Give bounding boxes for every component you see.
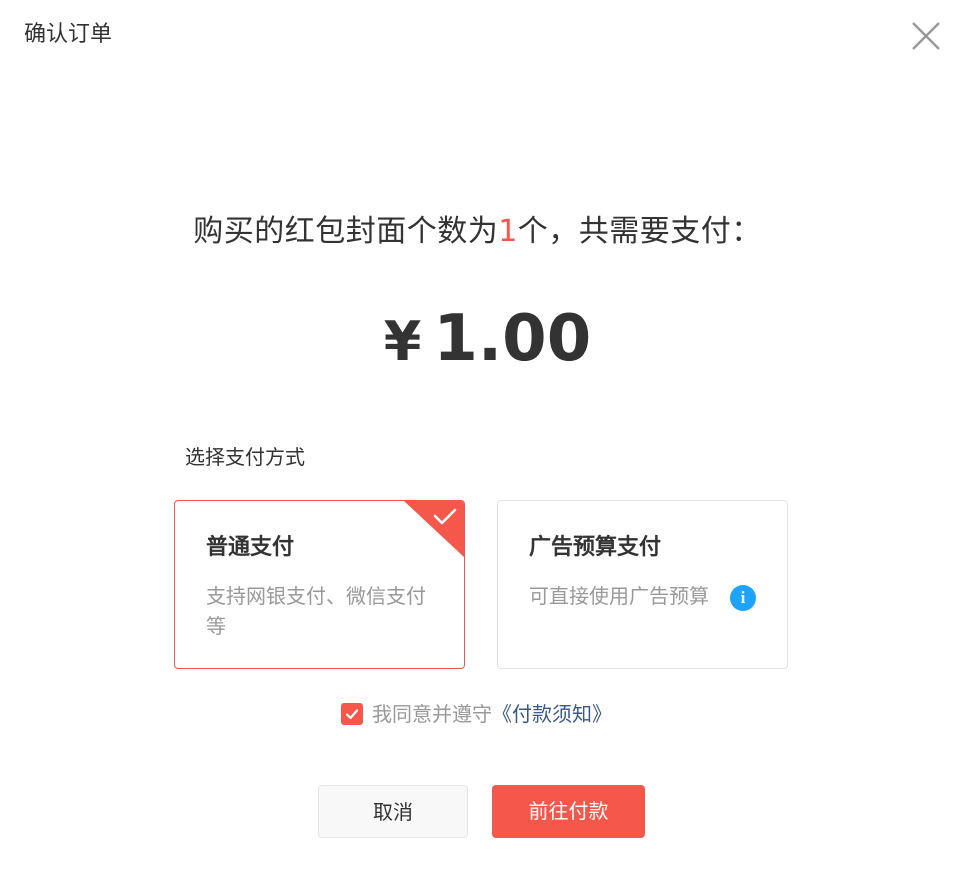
payment-option-normal[interactable]: 普通支付 支持网银支付、微信支付等 bbox=[174, 500, 465, 669]
payment-option-title: 普通支付 bbox=[206, 535, 295, 560]
agreement-text: 我同意并遵守 bbox=[372, 702, 492, 726]
payment-option-desc: 支持网银支付、微信支付等 bbox=[206, 584, 426, 638]
cover-count: 1 bbox=[498, 214, 518, 249]
order-summary: 购买的红包封面个数为1个，共需要支付： bbox=[0, 212, 955, 252]
total-amount: ¥1.00 bbox=[0, 298, 955, 383]
currency-symbol: ¥ bbox=[383, 310, 422, 373]
payment-method-label: 选择支付方式 bbox=[185, 445, 305, 469]
selected-check-icon bbox=[404, 501, 464, 557]
payment-terms-link[interactable]: 《付款须知》 bbox=[492, 700, 612, 728]
agreement-row: 我同意并遵守 《付款须知》 bbox=[341, 700, 612, 728]
summary-prefix: 购买的红包封面个数为 bbox=[193, 214, 499, 249]
close-icon[interactable] bbox=[908, 18, 944, 54]
dialog-title: 确认订单 bbox=[24, 22, 113, 47]
amount-value: 1.00 bbox=[433, 302, 592, 376]
payment-option-ad-budget[interactable]: 广告预算支付 可直接使用广告预算 i bbox=[497, 500, 788, 669]
checkmark-icon bbox=[345, 709, 359, 720]
payment-option-desc: 可直接使用广告预算 bbox=[529, 584, 709, 608]
payment-option-title: 广告预算支付 bbox=[529, 535, 662, 560]
close-button[interactable] bbox=[908, 18, 944, 54]
confirm-order-dialog: 确认订单 购买的红包封面个数为1个，共需要支付： ¥1.00 选择支付方式 普通… bbox=[0, 0, 955, 870]
proceed-to-pay-button[interactable]: 前往付款 bbox=[492, 785, 645, 838]
summary-suffix: 个，共需要支付： bbox=[517, 214, 762, 249]
info-icon[interactable]: i bbox=[730, 585, 756, 611]
cancel-button[interactable]: 取消 bbox=[318, 785, 468, 838]
agreement-checkbox[interactable] bbox=[341, 703, 363, 725]
